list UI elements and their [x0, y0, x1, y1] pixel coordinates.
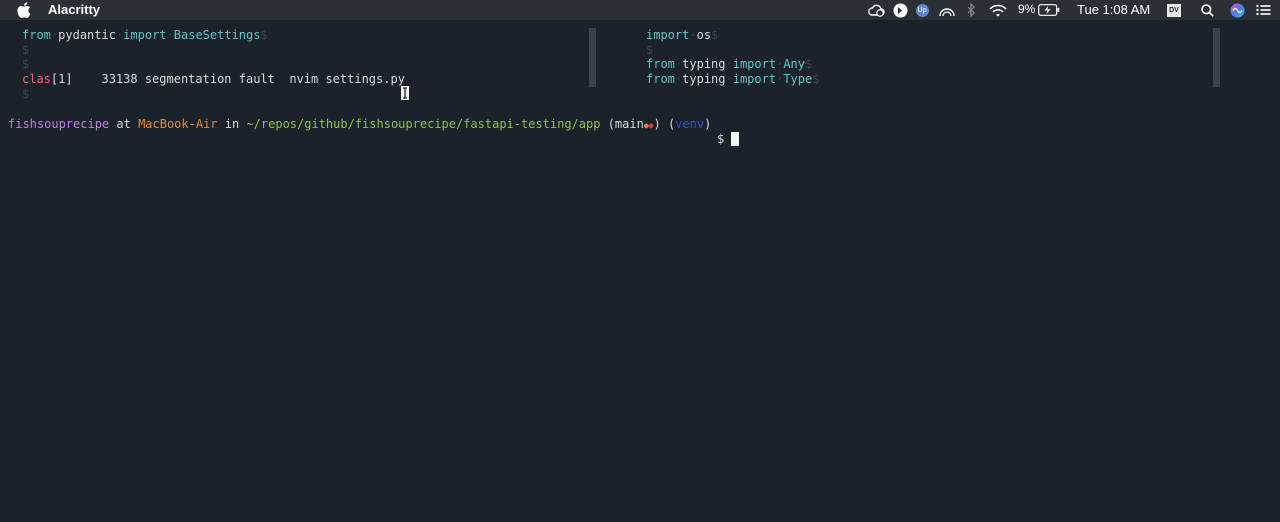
segfault-message: clas[1] 33138 segmentation fault nvim se… [22, 72, 405, 87]
prompt-paren: ( [660, 117, 676, 131]
bluetooth-icon[interactable] [964, 0, 978, 20]
module-name: typing [682, 72, 726, 86]
menubar-clock[interactable]: Tue 1:08 AM [1077, 2, 1150, 17]
prompt-paren: ( [600, 117, 615, 131]
prompt-paren: ) [704, 117, 712, 131]
prompt-separator: at [109, 117, 139, 131]
keyword: import [646, 28, 690, 42]
eol-marker: $ [260, 28, 268, 42]
terminal-window[interactable]: from·pydantic·import·BaseSettings$ $ $ c… [0, 20, 1280, 522]
eol-marker: $ [646, 43, 654, 57]
right-pane-scrollbar[interactable] [1213, 28, 1220, 87]
keyword: from [646, 57, 675, 71]
code-line: from·typing·import·Type$ [646, 72, 820, 86]
battery-percent: 9% [1018, 2, 1036, 16]
upnote-icon[interactable]: Up [914, 0, 930, 20]
keyword: import [123, 28, 167, 42]
prompt-user: fishsouprecipe [8, 117, 110, 131]
left-pane-scrollbar[interactable] [589, 28, 596, 87]
keyword: import [732, 72, 777, 86]
module-name: pydantic [58, 28, 116, 42]
keyword: import [732, 57, 777, 71]
eol-marker: $ [812, 72, 820, 86]
prompt-symbol: $ [717, 132, 725, 146]
dv-badge: DV [1167, 3, 1181, 17]
keyword: from [646, 72, 675, 86]
arc-gauge-icon[interactable] [937, 0, 957, 20]
partial-code: clas [22, 72, 51, 86]
code-line: from·typing·import·Any$ [646, 57, 813, 71]
control-center-icon[interactable] [1254, 0, 1272, 20]
creative-cloud-icon[interactable] [866, 0, 886, 20]
up-badge: Up [915, 3, 929, 17]
prompt-paren: ) [653, 117, 661, 131]
eol-marker: $ [22, 87, 30, 101]
git-branch: main [614, 117, 644, 131]
prompt-path: ~/repos/github/fishsouprecipe/fastapi-te… [246, 117, 601, 131]
eol-marker: $ [22, 43, 30, 57]
eol-marker: $ [711, 28, 719, 42]
spotlight-icon[interactable] [1199, 0, 1215, 20]
backblaze-icon[interactable] [891, 0, 909, 20]
code-line: from·pydantic·import·BaseSettings$ [22, 28, 268, 42]
module-name: os [696, 28, 712, 42]
code-line: import·os$ [646, 28, 719, 42]
terminal-cursor [731, 132, 739, 146]
keyword: from [22, 28, 51, 42]
menu-bar: Alacritty Up 9% Tue 1:08 AM DV [0, 0, 1280, 20]
class-name: Type [783, 72, 813, 86]
apple-logo-icon[interactable] [17, 2, 31, 19]
eol-marker: $ [22, 57, 30, 71]
class-name: Any [783, 57, 806, 71]
ibeam-cursor-icon [401, 86, 409, 100]
class-name: BaseSettings [173, 28, 261, 42]
prompt-separator: in [217, 117, 247, 131]
module-name: typing [682, 57, 726, 71]
eol-marker: $ [805, 57, 813, 71]
battery-icon[interactable] [1037, 0, 1061, 20]
prompt-host: MacBook-Air [138, 117, 218, 131]
wifi-icon[interactable] [988, 0, 1008, 20]
error-text: [1] 33138 segmentation fault nvim settin… [50, 72, 405, 86]
dv-icon[interactable]: DV [1166, 0, 1182, 20]
shell-prompt: fishsouprecipe at MacBook-Air in ~/repos… [8, 117, 711, 132]
app-name[interactable]: Alacritty [48, 2, 100, 17]
virtualenv-name: venv [675, 117, 705, 131]
siri-icon[interactable] [1228, 0, 1246, 20]
